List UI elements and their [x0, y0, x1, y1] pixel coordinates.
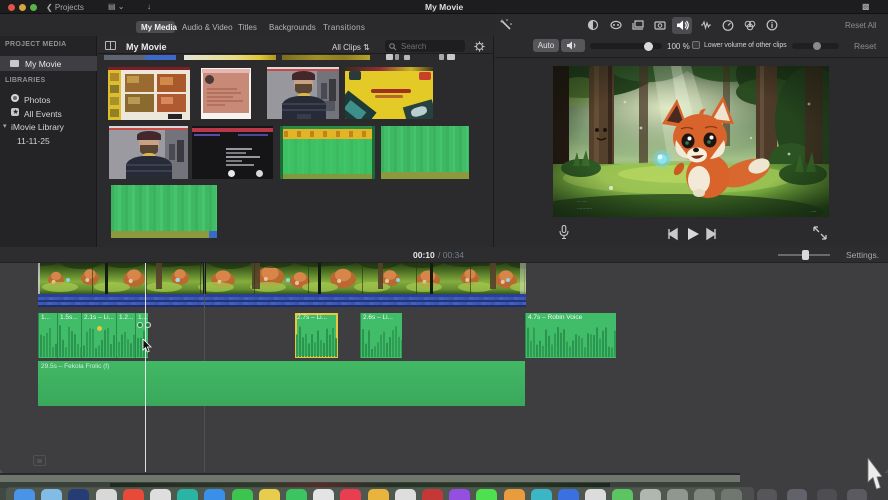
svg-text:....: .... [811, 208, 817, 214]
svg-text:.. ....: .. .... [577, 198, 587, 204]
svg-text:...........: ........... [577, 205, 592, 211]
